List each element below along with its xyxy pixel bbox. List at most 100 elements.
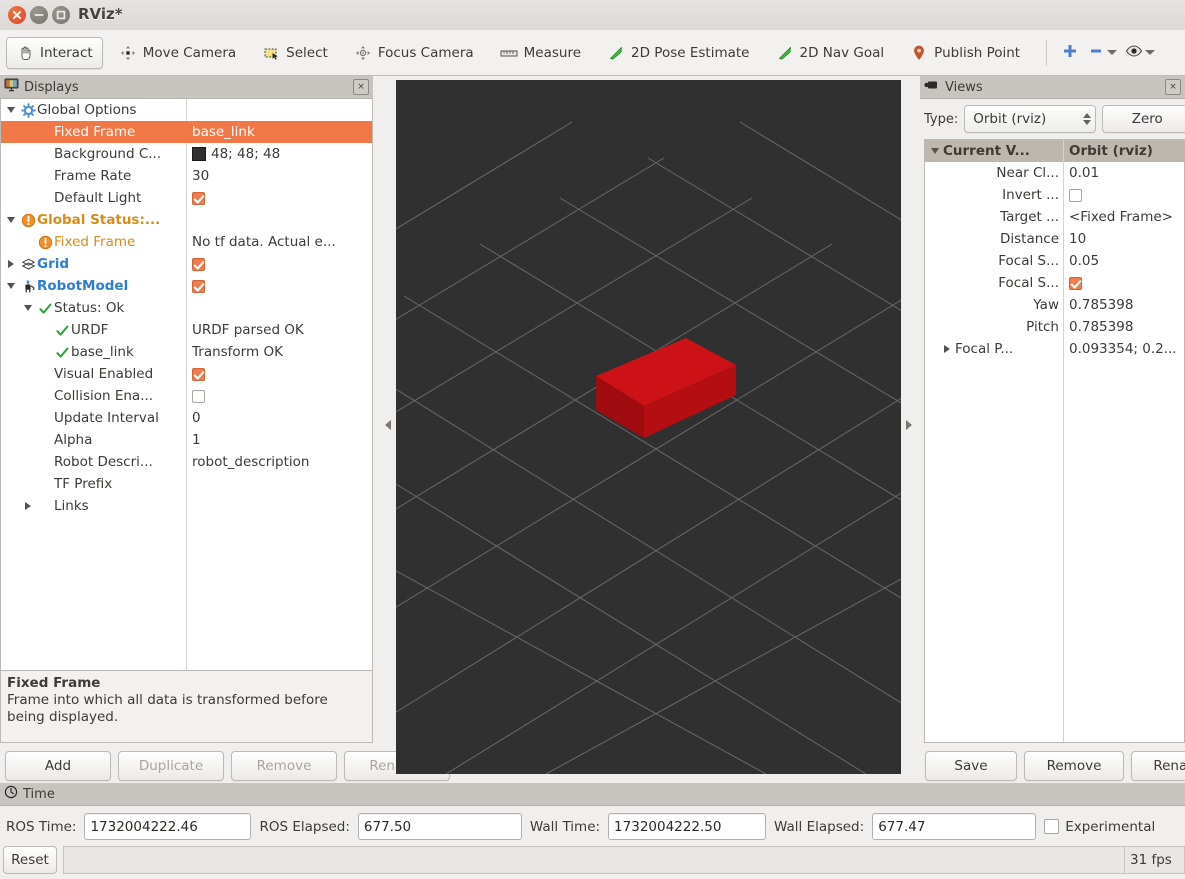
display-tree-row[interactable]: RobotModel — [1, 275, 372, 297]
experimental-checkbox[interactable] — [1044, 819, 1060, 834]
display-tree-row[interactable]: Fixed Frame base_link — [1, 121, 372, 143]
toolbar-button-visibility[interactable] — [1121, 38, 1159, 68]
display-tree-row[interactable]: Global Options — [1, 99, 372, 121]
display-tree-row[interactable]: Global Status:... — [1, 209, 372, 231]
view-tree-row[interactable]: Focal S... — [925, 272, 1184, 294]
views-column-divider[interactable] — [1063, 140, 1064, 742]
checkbox-checked[interactable] — [192, 367, 205, 381]
toolbar-button-move-camera[interactable]: Move Camera — [109, 37, 246, 69]
maximize-window-button[interactable] — [52, 6, 70, 24]
tree-row-value[interactable] — [186, 367, 372, 381]
save-view-button[interactable]: Save — [925, 751, 1017, 781]
toolbar-button-select[interactable]: Select — [252, 37, 338, 69]
display-tree-row[interactable]: URDF URDF parsed OK — [1, 319, 372, 341]
ros-elapsed-value[interactable]: 677.50 — [357, 813, 522, 840]
checkbox-unchecked[interactable] — [1069, 188, 1082, 202]
display-tree-row[interactable]: Fixed Frame No tf data. Actual e... — [1, 231, 372, 253]
tree-row-value[interactable]: 48; 48; 48 — [186, 146, 372, 162]
tree-row-value[interactable]: 30 — [186, 168, 372, 184]
tree-row-value[interactable]: 0 — [186, 410, 372, 426]
duplicate-display-button[interactable]: Duplicate — [118, 751, 224, 781]
view-type-select[interactable]: Orbit (rviz) — [964, 105, 1097, 133]
minimize-window-button[interactable] — [30, 6, 48, 24]
add-display-button[interactable]: Add — [5, 751, 111, 781]
tree-row-value[interactable]: base_link — [186, 124, 372, 140]
toolbar-button-add-panel[interactable] — [1057, 38, 1083, 68]
render-viewport-3d[interactable] — [396, 80, 901, 774]
display-tree-row[interactable]: Collision Ena... — [1, 385, 372, 407]
tree-row-value[interactable] — [186, 279, 372, 293]
view-row-value[interactable]: 0.05 — [1063, 253, 1184, 269]
tree-expander[interactable] — [20, 305, 36, 311]
display-tree-row[interactable]: Update Interval 0 — [1, 407, 372, 429]
close-icon[interactable]: × — [1165, 79, 1181, 95]
zero-view-button[interactable]: Zero — [1102, 105, 1185, 133]
view-row-value[interactable]: Orbit (rviz) — [1063, 143, 1184, 159]
toolbar-button-interact[interactable]: Interact — [6, 36, 103, 69]
checkbox-checked[interactable] — [1069, 276, 1082, 290]
display-tree-row[interactable]: Links — [1, 495, 372, 517]
toolbar-button-2d-pose-estimate[interactable]: 2D Pose Estimate — [597, 37, 759, 69]
tree-row-value[interactable]: No tf data. Actual e... — [186, 234, 372, 250]
tree-expander[interactable] — [3, 107, 19, 113]
tree-expander[interactable] — [20, 502, 36, 510]
view-row-value[interactable]: <Fixed Frame> — [1063, 209, 1184, 225]
tree-expander[interactable] — [3, 283, 19, 289]
view-tree-row[interactable]: Near Cl... 0.01 — [925, 162, 1184, 184]
view-row-value[interactable]: 0.01 — [1063, 165, 1184, 181]
display-tree-row[interactable]: TF Prefix — [1, 473, 372, 495]
view-row-value[interactable]: 0.785398 — [1063, 297, 1184, 313]
ros-time-value[interactable]: 1732004222.46 — [84, 813, 252, 840]
display-tree-row[interactable]: base_link Transform OK — [1, 341, 372, 363]
checkbox-checked[interactable] — [192, 191, 205, 205]
checkbox-checked[interactable] — [192, 279, 205, 293]
tree-row-value[interactable] — [186, 191, 372, 205]
tree-row-value[interactable] — [186, 257, 372, 271]
remove-display-button[interactable]: Remove — [231, 751, 337, 781]
view-tree-row[interactable]: Pitch 0.785398 — [925, 316, 1184, 338]
close-window-button[interactable] — [8, 6, 26, 24]
display-tree-row[interactable]: Robot Descri... robot_description — [1, 451, 372, 473]
displays-tree[interactable]: Global Options Fixed Frame base_link Backgr… — [0, 99, 373, 671]
display-tree-row[interactable]: Grid — [1, 253, 372, 275]
view-row-value[interactable]: 0.093354; 0.2... — [1063, 341, 1184, 357]
toolbar-button-remove-panel[interactable] — [1083, 38, 1121, 68]
wall-time-value[interactable]: 1732004222.50 — [608, 813, 767, 840]
views-tree[interactable]: Current V... Orbit (rviz) Near Cl... 0.01 In… — [924, 139, 1185, 743]
display-tree-row[interactable]: Status: Ok — [1, 297, 372, 319]
toolbar-button-measure[interactable]: Measure — [490, 37, 591, 69]
display-tree-row[interactable]: Frame Rate 30 — [1, 165, 372, 187]
chevron-down-icon[interactable] — [1145, 50, 1156, 55]
view-tree-row[interactable]: Focal S... 0.05 — [925, 250, 1184, 272]
view-tree-row[interactable]: Focal P... 0.093354; 0.2... — [925, 338, 1184, 360]
experimental-checkbox-group[interactable]: Experimental — [1044, 819, 1155, 835]
tree-row-value[interactable]: 1 — [186, 432, 372, 448]
tree-expander[interactable] — [3, 217, 19, 223]
view-row-value[interactable]: 0.785398 — [1063, 319, 1184, 335]
display-tree-row[interactable]: Visual Enabled — [1, 363, 372, 385]
view-row-value[interactable] — [1063, 276, 1184, 290]
tree-row-value[interactable]: robot_description — [186, 454, 372, 470]
display-tree-row[interactable]: Alpha 1 — [1, 429, 372, 451]
tree-expander[interactable] — [927, 148, 943, 154]
rename-view-button[interactable]: Rename — [1131, 751, 1185, 781]
view-tree-row[interactable]: Target ... <Fixed Frame> — [925, 206, 1184, 228]
checkbox-checked[interactable] — [192, 257, 205, 271]
toolbar-button-focus-camera[interactable]: Focus Camera — [344, 37, 484, 69]
tree-row-value[interactable] — [186, 389, 372, 403]
view-tree-row[interactable]: Invert ... — [925, 184, 1184, 206]
toolbar-button-2d-nav-goal[interactable]: 2D Nav Goal — [766, 37, 895, 69]
wall-elapsed-value[interactable]: 677.47 — [872, 813, 1037, 840]
display-tree-row[interactable]: Default Light — [1, 187, 372, 209]
view-tree-row[interactable]: Distance 10 — [925, 228, 1184, 250]
remove-view-button[interactable]: Remove — [1024, 751, 1124, 781]
view-tree-row[interactable]: Yaw 0.785398 — [925, 294, 1184, 316]
tree-row-value[interactable]: URDF parsed OK — [186, 322, 372, 338]
right-splitter-handle[interactable] — [906, 420, 912, 430]
spinner-arrows-icon[interactable] — [1083, 113, 1092, 125]
toolbar-button-publish-point[interactable]: Publish Point — [900, 37, 1030, 69]
view-tree-row[interactable]: Current V... Orbit (rviz) — [925, 140, 1184, 162]
tree-row-value[interactable]: Transform OK — [186, 344, 372, 360]
view-row-value[interactable]: 10 — [1063, 231, 1184, 247]
checkbox-unchecked[interactable] — [192, 389, 205, 403]
